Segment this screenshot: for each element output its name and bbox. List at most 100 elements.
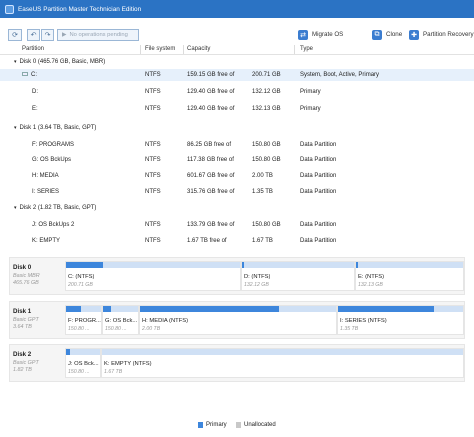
collapse-caret-icon[interactable]: ▾	[14, 205, 17, 211]
partition-block-label: H: MEDIA (NTFS)	[142, 318, 189, 324]
type-cell: Data Partition	[300, 222, 337, 228]
disk-map-size: 465.76 GB	[13, 280, 39, 286]
partition-block[interactable]: J: OS Bck... 150.80 ...	[65, 348, 101, 378]
disk-map-disk-2[interactable]: Disk 2 Basic GPT 1.82 TB J: OS Bck... 15…	[9, 344, 465, 382]
column-divider	[294, 45, 295, 54]
pending-label: No operations pending	[69, 31, 128, 38]
filesystem-cell: NTFS	[145, 142, 161, 148]
undo-button[interactable]: ↶	[27, 28, 40, 41]
partition-block[interactable]: F: PROGR... 150.80 ...	[65, 305, 102, 335]
partition-block[interactable]: K: EMPTY (NTFS) 1.67 TB	[101, 348, 464, 378]
partition-table-header: Partition File system Capacity Type	[0, 44, 474, 55]
table-row[interactable]: E: NTFS 129.40 GB free of 132.13 GB Prim…	[0, 103, 474, 115]
collapse-caret-icon[interactable]: ▾	[14, 125, 17, 131]
disk-name: Disk 0 (465.76 GB, Basic, MBR)	[19, 59, 106, 65]
disk-map-name: Disk 2	[13, 351, 32, 358]
type-cell: Primary	[300, 89, 321, 95]
partition-name: E:	[32, 106, 38, 112]
primary-swatch	[198, 422, 203, 428]
filesystem-cell: NTFS	[145, 222, 161, 228]
disk-name: Disk 1 (3.64 TB, Basic, GPT)	[19, 125, 97, 131]
filesystem-cell: NTFS	[145, 189, 161, 195]
table-row[interactable]: G: OS BckUps NTFS 117.38 GB free of 150.…	[0, 154, 474, 166]
filesystem-cell: NTFS	[145, 173, 161, 179]
table-row-disk[interactable]: ▾ Disk 2 (1.82 TB, Basic, GPT)	[0, 202, 474, 214]
partition-block-size: 132.13 GB	[358, 282, 383, 288]
play-icon: ▶	[62, 31, 67, 38]
used-bar	[66, 306, 82, 312]
partition-block[interactable]: C: (NTFS) 200.71 GB	[65, 261, 241, 291]
free-cell: 129.40 GB free of	[187, 106, 235, 112]
partition-block-label: E: (NTFS)	[358, 274, 385, 280]
free-bar	[242, 262, 354, 268]
free-cell: 601.67 GB free of	[187, 173, 235, 179]
app-logo-icon	[5, 4, 14, 14]
partition-block-size: 150.80 ...	[68, 326, 90, 332]
partition-name: K: EMPTY	[32, 238, 61, 244]
total-cell: 2.00 TB	[252, 173, 273, 179]
used-bar	[338, 306, 435, 312]
migrate-os-button[interactable]: ⇄ Migrate OS	[298, 29, 343, 41]
total-cell: 1.67 TB	[252, 238, 273, 244]
partition-block[interactable]: E: (NTFS) 132.13 GB	[355, 261, 464, 291]
table-row[interactable]: J: OS BckUps 2 NTFS 133.79 GB free of 15…	[0, 219, 474, 231]
column-divider	[183, 45, 184, 54]
refresh-button[interactable]: ⟳	[8, 28, 22, 41]
column-header-partition[interactable]: Partition	[22, 46, 44, 52]
clone-icon: ⧉	[372, 29, 382, 40]
disk-map-size: 1.82 TB	[13, 367, 32, 373]
total-cell: 132.13 GB	[252, 106, 281, 112]
free-bar	[102, 349, 463, 355]
partition-block-label: F: PROGR...	[68, 318, 101, 324]
redo-button[interactable]: ↷	[41, 28, 54, 41]
partition-block[interactable]: H: MEDIA (NTFS) 2.00 TB	[139, 305, 337, 335]
partition-block-label: G: OS Bck...	[105, 318, 138, 324]
table-row[interactable]: K: EMPTY NTFS 1.67 TB free of 1.67 TB Da…	[0, 235, 474, 247]
table-row-disk[interactable]: ▾ Disk 1 (3.64 TB, Basic, GPT)	[0, 122, 474, 134]
table-row[interactable]: I: SERIES NTFS 315.76 GB free of 1.35 TB…	[0, 186, 474, 198]
column-header-filesystem[interactable]: File system	[145, 46, 175, 52]
collapse-caret-icon[interactable]: ▾	[14, 59, 17, 65]
title-bar: EaseUS Partition Master Technician Editi…	[0, 0, 474, 18]
column-header-type[interactable]: Type	[300, 46, 313, 52]
table-row-disk[interactable]: ▾ Disk 0 (465.76 GB, Basic, MBR)	[0, 56, 474, 68]
migrate-label: Migrate OS	[312, 31, 344, 38]
column-divider	[140, 45, 141, 54]
partition-block-size: 1.35 TB	[340, 326, 359, 332]
used-bar	[103, 306, 111, 312]
type-cell: System, Boot, Active, Primary	[300, 72, 380, 78]
partition-name: C:	[31, 72, 37, 78]
partition-block[interactable]: D: (NTFS) 132.12 GB	[241, 261, 355, 291]
partition-block-label: C: (NTFS)	[68, 274, 95, 280]
free-cell: 117.38 GB free of	[187, 157, 234, 163]
type-cell: Primary	[300, 106, 321, 112]
column-header-capacity[interactable]: Capacity	[187, 46, 210, 52]
disk-map-disk-0[interactable]: Disk 0 Basic MBR 465.76 GB C: (NTFS) 200…	[9, 257, 465, 295]
table-row[interactable]: D: NTFS 129.40 GB free of 132.12 GB Prim…	[0, 86, 474, 98]
used-bar	[356, 262, 359, 268]
table-row[interactable]: H: MEDIA NTFS 601.67 GB free of 2.00 TB …	[0, 170, 474, 182]
type-cell: Data Partition	[300, 157, 337, 163]
toolbar: ⟳ ↶ ↷ ▶ No operations pending ⇄ Migrate …	[0, 26, 474, 43]
partition-recovery-button[interactable]: ✚ Partition Recovery	[409, 29, 474, 41]
unallocated-swatch	[236, 422, 241, 428]
disk-map-disk-1[interactable]: Disk 1 Basic GPT 3.64 TB F: PROGR... 150…	[9, 301, 465, 339]
legend-unallocated: Unallocated	[236, 422, 276, 428]
partition-block-label: D: (NTFS)	[244, 274, 271, 280]
partition-name: I: SERIES	[32, 189, 60, 195]
table-row[interactable]: C: NTFS 159.15 GB free of 200.71 GB Syst…	[0, 69, 474, 81]
disk-info: Disk 2 Basic GPT 1.82 TB	[13, 351, 63, 374]
free-cell: 129.40 GB free of	[187, 89, 235, 95]
table-row[interactable]: F: PROGRAMS NTFS 86.25 GB free of 150.80…	[0, 139, 474, 151]
partition-block[interactable]: G: OS Bck... 150.80 ...	[102, 305, 139, 335]
free-cell: 133.79 GB free of	[187, 222, 235, 228]
type-cell: Data Partition	[300, 189, 337, 195]
partition-name: J: OS BckUps 2	[32, 222, 75, 228]
pending-operations-button[interactable]: ▶ No operations pending	[57, 28, 139, 41]
partition-block[interactable]: I: SERIES (NTFS) 1.35 TB	[337, 305, 464, 335]
total-cell: 1.35 TB	[252, 189, 273, 195]
disk-map-type: Basic MBR	[13, 273, 40, 279]
partition-block-label: K: EMPTY (NTFS)	[104, 361, 152, 367]
filesystem-cell: NTFS	[145, 89, 161, 95]
clone-button[interactable]: ⧉ Clone	[372, 29, 402, 41]
